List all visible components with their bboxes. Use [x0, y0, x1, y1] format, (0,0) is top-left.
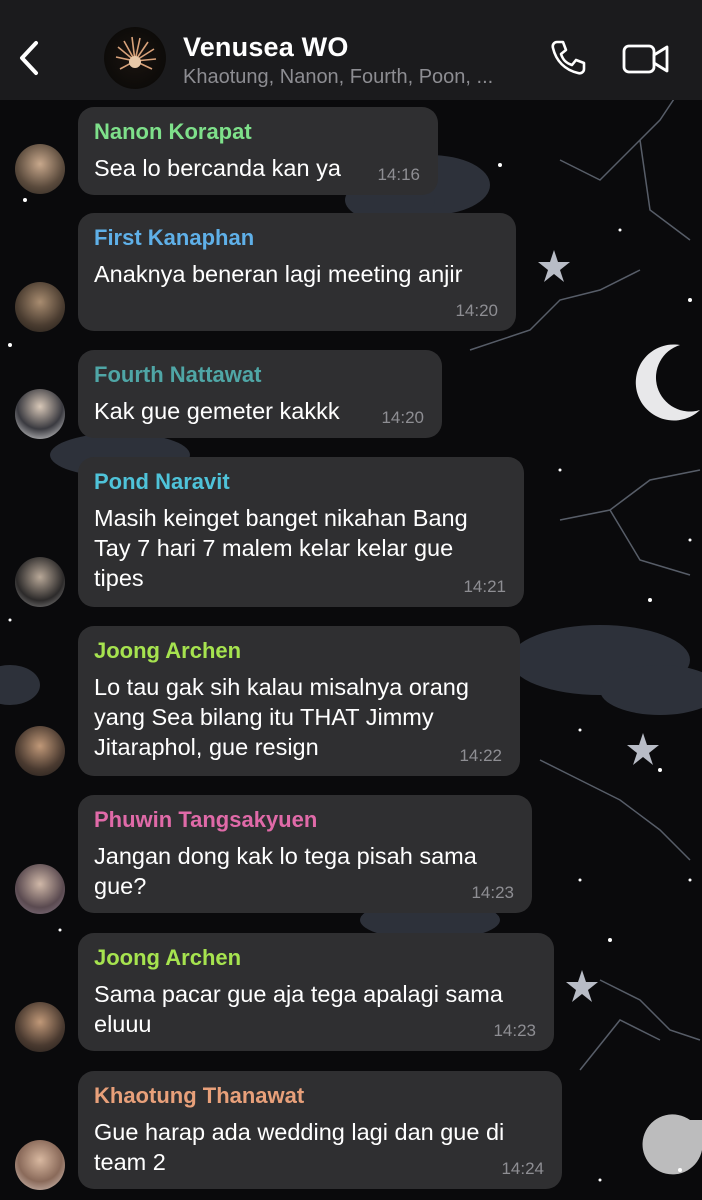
sender-name[interactable]: Phuwin Tangsakyuen: [94, 807, 516, 833]
message-time: 14:24: [501, 1159, 544, 1178]
message-time: 14:16: [377, 165, 420, 184]
message-time: 14:20: [381, 408, 424, 427]
message-bubble[interactable]: Phuwin Tangsakyuen Jangan dong kak lo te…: [78, 795, 532, 913]
avatar[interactable]: [15, 144, 65, 194]
message-bubble[interactable]: Joong Archen Lo tau gak sih kalau misaln…: [78, 626, 520, 776]
sender-name[interactable]: Fourth Nattawat: [94, 362, 426, 388]
avatar[interactable]: [15, 1002, 65, 1052]
video-camera-icon: [622, 44, 669, 74]
avatar[interactable]: [15, 282, 65, 332]
voice-call-button[interactable]: [548, 38, 588, 78]
message-text: Masih keinget banget nikahan Bang Tay 7 …: [94, 505, 468, 591]
sender-name[interactable]: Nanon Korapat: [94, 119, 422, 145]
message-text: Lo tau gak sih kalau misalnya orang yang…: [94, 674, 469, 760]
sender-name[interactable]: Pond Naravit: [94, 469, 508, 495]
message-text: Jangan dong kak lo tega pisah sama gue?: [94, 843, 477, 899]
message-text: Sama pacar gue aja tega apalagi sama elu…: [94, 981, 503, 1037]
avatar[interactable]: [15, 557, 65, 607]
sender-name[interactable]: Khaotung Thanawat: [94, 1083, 546, 1109]
message-bubble[interactable]: Joong Archen Sama pacar gue aja tega apa…: [78, 933, 554, 1051]
avatar[interactable]: [15, 1140, 65, 1190]
phone-icon: [551, 40, 586, 75]
back-button[interactable]: [10, 35, 50, 81]
message-time: 14:23: [493, 1021, 536, 1040]
sender-name[interactable]: Joong Archen: [94, 945, 538, 971]
message-time: 14:23: [471, 883, 514, 902]
message-time: 14:20: [455, 301, 498, 320]
chat-title[interactable]: Venusea WO: [183, 32, 349, 63]
sender-name[interactable]: Joong Archen: [94, 638, 504, 664]
message-bubble[interactable]: Nanon Korapat Sea lo bercanda kan ya 14:…: [78, 107, 438, 195]
message-time: 14:21: [463, 577, 506, 596]
chat-header: Venusea WO Khaotung, Nanon, Fourth, Poon…: [0, 0, 702, 100]
message-bubble[interactable]: First Kanaphan Anaknya beneran lagi meet…: [78, 213, 516, 331]
message-text: Kak gue gemeter kakkk: [94, 398, 340, 424]
message-bubble[interactable]: Khaotung Thanawat Gue harap ada wedding …: [78, 1071, 562, 1189]
message-text: Sea lo bercanda kan ya: [94, 155, 341, 181]
video-call-button[interactable]: [622, 42, 670, 76]
avatar[interactable]: [15, 726, 65, 776]
chat-members[interactable]: Khaotung, Nanon, Fourth, Poon, ...: [183, 66, 493, 89]
chevron-left-icon: [20, 41, 38, 75]
message-text: Anaknya beneran lagi meeting anjir: [94, 261, 463, 287]
group-avatar[interactable]: [104, 27, 166, 89]
message-bubble[interactable]: Pond Naravit Masih keinget banget nikaha…: [78, 457, 524, 607]
avatar[interactable]: [15, 389, 65, 439]
avatar[interactable]: [15, 864, 65, 914]
message-bubble[interactable]: Fourth Nattawat Kak gue gemeter kakkk 14…: [78, 350, 442, 438]
sender-name[interactable]: First Kanaphan: [94, 225, 500, 251]
message-time: 14:22: [459, 746, 502, 765]
flower-icon: [115, 36, 157, 70]
message-text: Gue harap ada wedding lagi dan gue di te…: [94, 1119, 505, 1175]
